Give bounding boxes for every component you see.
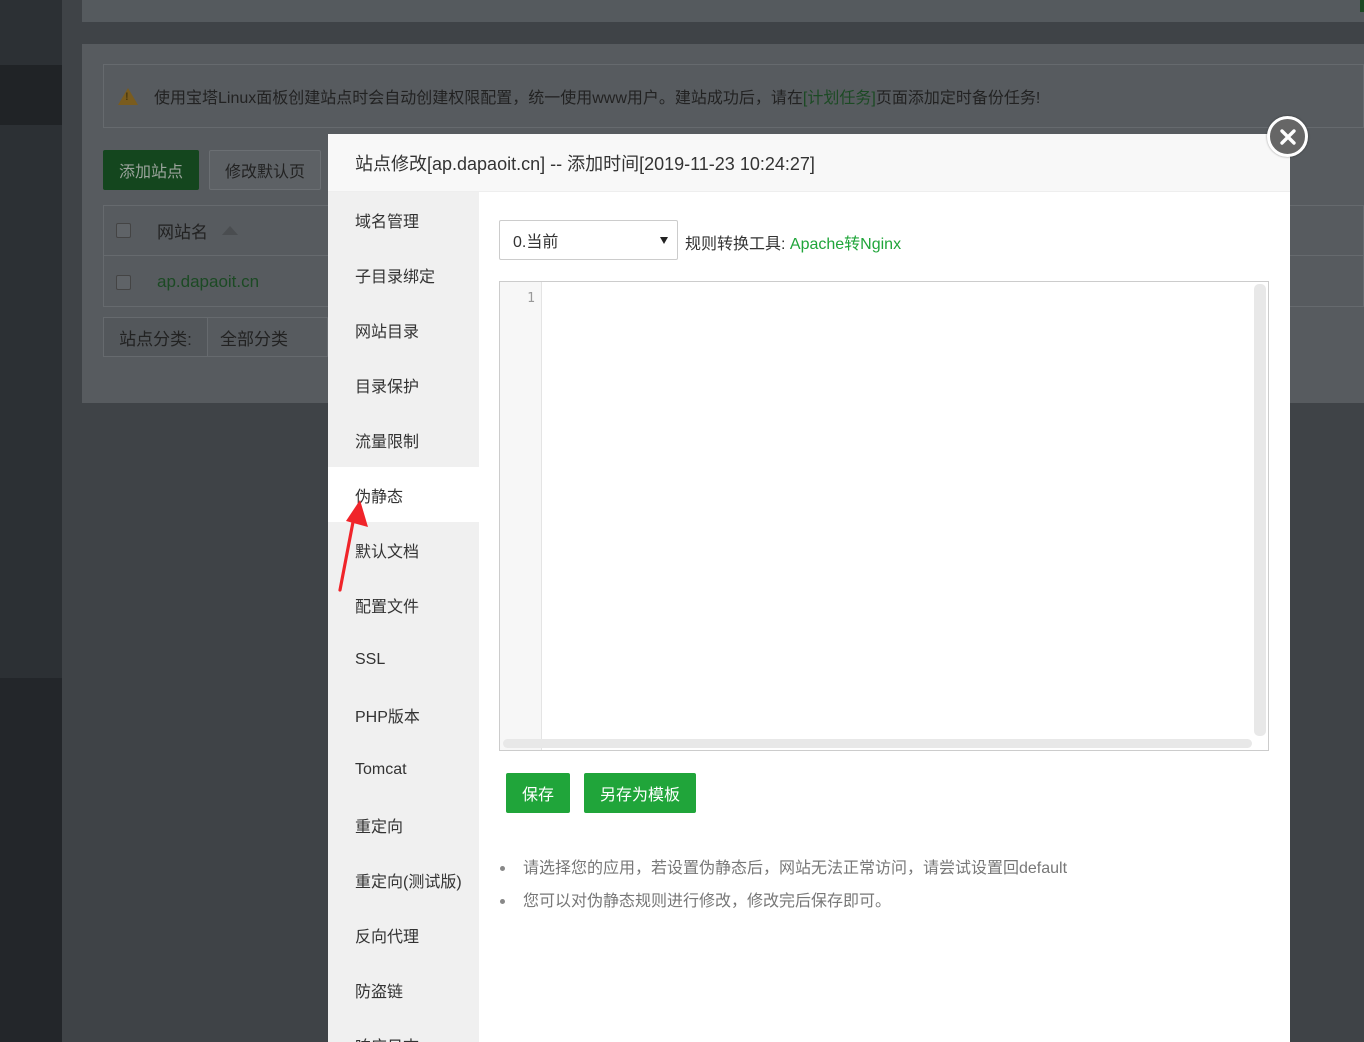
- warning-tip: 使用宝塔Linux面板创建站点时会自动创建权限配置，统一使用www用户。建站成功…: [103, 64, 1364, 128]
- left-sidebar: [0, 0, 62, 1042]
- category-filter: 站点分类: 全部分类: [103, 317, 328, 357]
- nav-item[interactable]: 防盗链: [328, 962, 479, 1017]
- nav-item[interactable]: 反向代理: [328, 907, 479, 962]
- nav-item[interactable]: 网站目录: [328, 302, 479, 357]
- select-all-checkbox[interactable]: [116, 223, 131, 238]
- sidebar-active-strip: [0, 65, 62, 125]
- nav-item[interactable]: 伪静态: [328, 467, 479, 522]
- apache-to-nginx-link[interactable]: Apache转Nginx: [790, 236, 901, 253]
- save-as-template-button[interactable]: 另存为模板: [584, 773, 696, 813]
- nav-item[interactable]: 目录保护: [328, 357, 479, 412]
- nav-item[interactable]: 配置文件: [328, 577, 479, 632]
- editor-vertical-scrollbar[interactable]: [1254, 284, 1266, 736]
- tip-text-prefix: 使用宝塔Linux面板创建站点时会自动创建权限配置，统一使用www用户。建站成功…: [154, 90, 803, 107]
- nav-item[interactable]: PHP版本: [328, 687, 479, 742]
- nav-item[interactable]: 子目录绑定: [328, 247, 479, 302]
- category-select[interactable]: 全部分类: [208, 317, 328, 357]
- modal-title: 站点修改[ap.dapaoit.cn] -- 添加时间[2019-11-23 1…: [355, 153, 815, 174]
- nav-item[interactable]: 默认文档: [328, 522, 479, 577]
- nav-item[interactable]: 重定向: [328, 797, 479, 852]
- sort-up-icon[interactable]: [222, 226, 238, 235]
- site-edit-modal: 站点修改[ap.dapaoit.cn] -- 添加时间[2019-11-23 1…: [328, 134, 1290, 1042]
- modal-close-button[interactable]: [1267, 116, 1308, 157]
- sidebar-lower: [0, 678, 62, 1042]
- nav-item[interactable]: 流量限制: [328, 412, 479, 467]
- site-name-link[interactable]: ap.dapaoit.cn: [157, 272, 259, 292]
- template-select-value: 0.当前: [513, 234, 559, 251]
- save-button[interactable]: 保存: [506, 773, 570, 813]
- corner-marker: [1360, 0, 1364, 12]
- row-checkbox[interactable]: [116, 274, 131, 290]
- rewrite-rule-editor[interactable]: 1: [499, 281, 1269, 751]
- column-site-name[interactable]: 网站名: [157, 218, 208, 243]
- editor-horizontal-scrollbar[interactable]: [503, 739, 1252, 748]
- conversion-tool: 规则转换工具: Apache转Nginx: [685, 230, 901, 254]
- editor-text-area[interactable]: [542, 282, 1252, 738]
- nav-item[interactable]: 响应日志: [328, 1017, 479, 1042]
- nav-item[interactable]: SSL: [328, 632, 479, 687]
- nav-item[interactable]: Tomcat: [328, 742, 479, 797]
- tip-item: 请选择您的应用，若设置伪静态后，网站无法正常访问，请尝试设置回default: [499, 852, 1067, 885]
- tip-text-suffix: 页面添加定时备份任务!: [875, 90, 1041, 107]
- add-site-button[interactable]: 添加站点: [103, 150, 199, 190]
- rewrite-panel: 0.当前 规则转换工具: Apache转Nginx 1 保存 另存为模板 请选择…: [479, 192, 1290, 1042]
- caret-down-icon: [660, 237, 668, 244]
- help-tips: 请选择您的应用，若设置伪静态后，网站无法正常访问，请尝试设置回default 您…: [499, 852, 1067, 918]
- tip-item: 您可以对伪静态规则进行修改，修改完后保存即可。: [499, 885, 1067, 918]
- rewrite-template-select[interactable]: 0.当前: [499, 220, 678, 260]
- modify-default-page-button[interactable]: 修改默认页: [209, 150, 321, 190]
- editor-gutter: 1: [500, 282, 542, 750]
- top-card: [82, 0, 1364, 22]
- nav-item[interactable]: 域名管理: [328, 192, 479, 247]
- nav-item[interactable]: 重定向(测试版): [328, 852, 479, 907]
- modal-header: 站点修改[ap.dapaoit.cn] -- 添加时间[2019-11-23 1…: [328, 134, 1290, 192]
- close-icon: [1279, 128, 1296, 145]
- cron-task-link[interactable]: [计划任务]: [803, 84, 876, 108]
- modal-side-nav: 域名管理 子目录绑定 网站目录 目录保护 流量限制 伪静态 默认文档 配置文件 SSL PHP版本…: [328, 192, 479, 1042]
- warning-icon: [118, 87, 138, 105]
- conversion-tool-label: 规则转换工具:: [685, 236, 786, 253]
- category-label: 站点分类:: [103, 317, 208, 357]
- line-number: 1: [527, 291, 535, 306]
